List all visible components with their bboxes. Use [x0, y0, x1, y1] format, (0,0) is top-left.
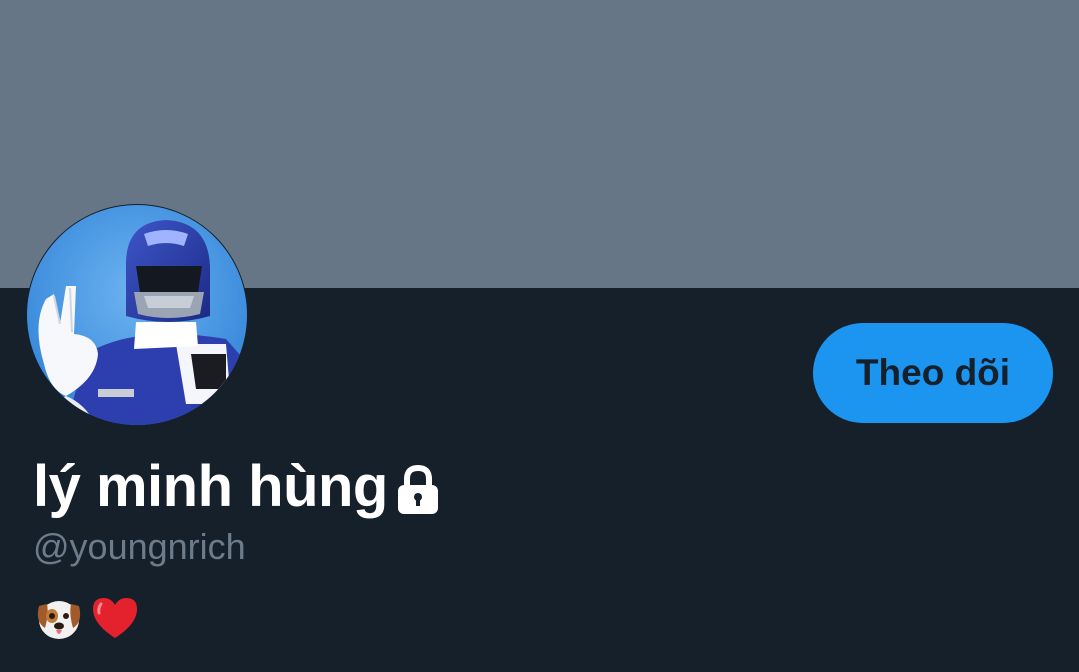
dog-face-emoji — [33, 592, 85, 644]
profile-page: Theo dõi lý minh hùng @youngnrich — [0, 0, 1079, 672]
blue-ranger-avatar-image — [27, 205, 247, 425]
profile-handle: @youngnrich — [33, 526, 246, 567]
lock-icon — [396, 464, 440, 516]
profile-avatar[interactable] — [26, 204, 248, 426]
display-name: lý minh hùng — [33, 454, 388, 519]
red-heart-emoji — [89, 592, 141, 644]
follow-button[interactable]: Theo dõi — [813, 323, 1053, 423]
profile-name-row: lý minh hùng — [33, 452, 440, 522]
profile-bio — [33, 590, 141, 646]
